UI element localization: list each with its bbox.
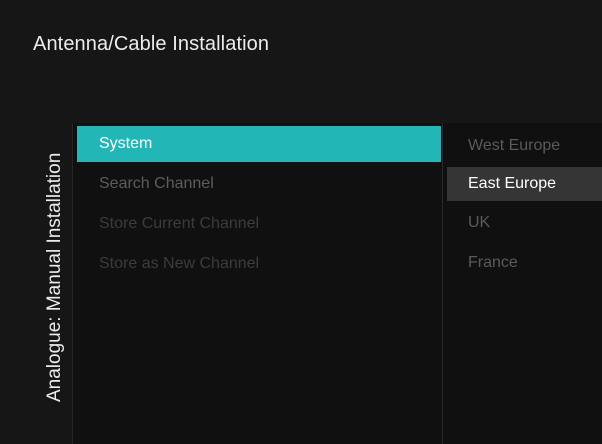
options-panel: West Europe East Europe UK France [443,123,602,444]
option-france[interactable]: France [447,246,602,280]
menu-item-system[interactable]: System [77,126,441,162]
menu-item-search-channel[interactable]: Search Channel [77,166,441,202]
menu-item-store-as-new-channel[interactable]: Store as New Channel [77,246,441,282]
header-bar: Antenna/Cable Installation [0,0,602,123]
page-title: Antenna/Cable Installation [33,33,270,55]
section-title: Analogue: Manual Installation [44,152,65,402]
option-east-europe[interactable]: East Europe [447,167,602,201]
option-uk[interactable]: UK [447,206,602,240]
menu-panel: System Search Channel Store Current Chan… [72,123,443,444]
section-title-panel: Analogue: Manual Installation [0,123,72,444]
menu-item-store-current-channel[interactable]: Store Current Channel [77,206,441,242]
option-west-europe[interactable]: West Europe [447,129,602,163]
